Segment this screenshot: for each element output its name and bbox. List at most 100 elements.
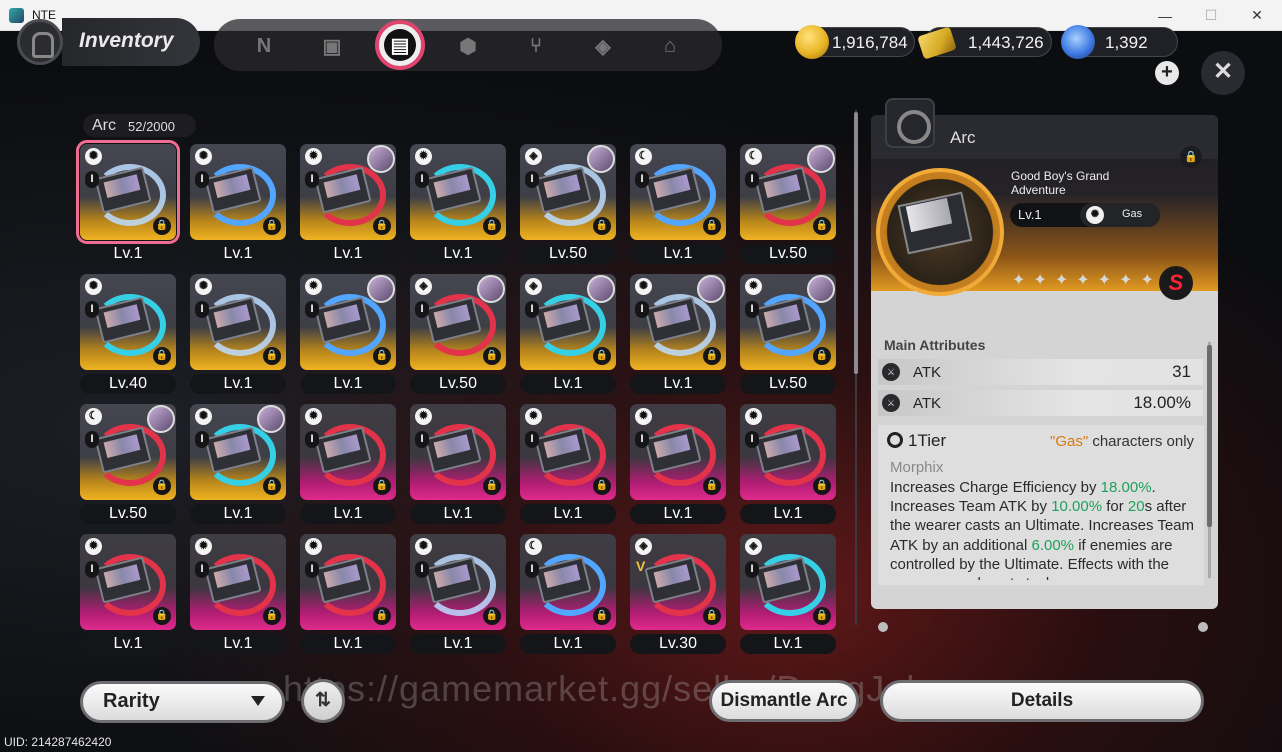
details-button[interactable]: Details xyxy=(880,680,1204,722)
arc-card[interactable]: ✹ I 🔒 Lv.50 xyxy=(740,274,836,394)
arc-card[interactable]: ✺ I 🔒 Lv.1 xyxy=(76,140,180,264)
tier-badge: V xyxy=(636,558,646,574)
close-inventory-button[interactable]: ✕ xyxy=(1201,51,1245,95)
attribute-value: 18.00% xyxy=(1133,393,1191,412)
arc-card[interactable]: ◈ I 🔒 Lv.1 xyxy=(740,534,836,654)
sort-order-button[interactable]: ⇅ xyxy=(301,679,345,723)
arc-card-tile: ✺ I 🔒 xyxy=(630,274,726,370)
arc-level-label: Lv.40 xyxy=(80,374,176,394)
tier-badge: I xyxy=(305,431,319,448)
grid-scrollbar-thumb[interactable] xyxy=(854,112,858,374)
detail-category-title: Arc xyxy=(950,128,976,147)
attribute-name: ATK xyxy=(913,364,942,381)
tab-arc[interactable]: ▤ xyxy=(375,20,425,70)
arc-card[interactable]: ◈ I 🔒 Lv.1 xyxy=(520,274,616,394)
tab-home[interactable]: ⌂ xyxy=(654,30,686,62)
lock-icon: 🔒 xyxy=(153,477,171,495)
arc-card[interactable]: ✺ I 🔒 Lv.40 xyxy=(80,274,176,394)
gold-amount: 1,916,784 xyxy=(832,33,908,52)
arc-card[interactable]: ☾ I 🔒 Lv.50 xyxy=(80,404,176,524)
arc-level-label: Lv.1 xyxy=(410,244,506,264)
character-tab-icon: N xyxy=(256,34,272,57)
arc-card-tile: ☾ I 🔒 xyxy=(80,404,176,500)
page-title: Inventory xyxy=(79,29,174,52)
arc-artwork xyxy=(876,168,1004,296)
tier-badge: I xyxy=(525,561,539,578)
arc-card[interactable]: ✺ I 🔒 Lv.1 xyxy=(190,144,286,264)
lock-icon: 🔒 xyxy=(373,607,391,625)
arc-card[interactable]: ✺ I 🔒 Lv.1 xyxy=(190,274,286,394)
lock-icon: 🔒 xyxy=(593,477,611,495)
player-uid: UID: 214287462420 xyxy=(4,735,112,749)
equipped-character-avatar xyxy=(587,145,615,173)
arc-card-tile: ✹ I 🔒 xyxy=(410,144,506,240)
gear-element-icon: ✹ xyxy=(415,408,432,425)
dismantle-arc-button[interactable]: Dismantle Arc xyxy=(709,680,859,722)
arc-card[interactable]: ✹ I 🔒 Lv.1 xyxy=(520,404,616,524)
arc-level-label: Lv.1 xyxy=(410,634,506,654)
lock-icon: 🔒 xyxy=(703,477,721,495)
arc-card[interactable]: ✺ I 🔒 Lv.1 xyxy=(190,404,286,524)
tier-badge: I xyxy=(195,561,209,578)
swirl-element-icon: ✺ xyxy=(635,278,652,295)
tier-badge: I xyxy=(635,301,649,318)
arc-count-label: Arc 52/2000 xyxy=(83,114,196,137)
gem-tab-icon: ◈ xyxy=(595,35,611,58)
arc-card-tile: ◈ I 🔒 xyxy=(410,274,506,370)
cube-tab-icon: ⬢ xyxy=(459,35,477,58)
tier-restriction: "Gas" characters only xyxy=(1050,433,1194,450)
moon-element-icon: ☾ xyxy=(635,148,652,165)
arc-card[interactable]: ✹ I 🔒 Lv.1 xyxy=(80,534,176,654)
arc-card-tile: ☾ I 🔒 xyxy=(630,144,726,240)
arc-level-label: Lv.1 xyxy=(190,504,286,524)
arc-card[interactable]: ✹ I 🔒 Lv.1 xyxy=(630,404,726,524)
arc-card-tile: ✹ I 🔒 xyxy=(190,534,286,630)
arc-card[interactable]: ✹ I 🔒 Lv.1 xyxy=(190,534,286,654)
arc-card[interactable]: ☾ I 🔒 Lv.50 xyxy=(740,144,836,264)
tab-food[interactable]: ⑂ xyxy=(520,30,552,62)
arc-card[interactable]: ◈ I 🔒 Lv.50 xyxy=(410,274,506,394)
add-currency-button[interactable]: + xyxy=(1155,61,1179,85)
tab-materials[interactable]: ⬢ xyxy=(452,30,484,62)
arc-level-label: Lv.1 xyxy=(520,504,616,524)
arc-card[interactable]: ✺ I 🔒 Lv.1 xyxy=(630,274,726,394)
cube-element-icon: ◈ xyxy=(525,278,542,295)
arc-card[interactable]: ✹ I 🔒 Lv.1 xyxy=(740,404,836,524)
tier-label: 1Tier xyxy=(908,431,947,450)
arc-card-tile: ◈ I 🔒 xyxy=(740,534,836,630)
arc-card[interactable]: ✹ I 🔒 Lv.1 xyxy=(300,144,396,264)
gear-element-icon: ✹ xyxy=(415,148,432,165)
arc-card[interactable]: ☾ I 🔒 Lv.1 xyxy=(520,534,616,654)
arc-card[interactable]: ✹ I 🔒 Lv.1 xyxy=(300,404,396,524)
tab-characters[interactable]: N xyxy=(248,30,280,62)
arc-card-tile: ✹ I 🔒 xyxy=(300,404,396,500)
rarity-dropdown-label: Rarity xyxy=(103,690,160,712)
description-scrollbar-thumb[interactable] xyxy=(1207,345,1212,527)
tier-badge: I xyxy=(635,431,649,448)
maximize-button[interactable]: ☐ xyxy=(1188,0,1234,31)
arc-card[interactable]: ✹ I 🔒 Lv.1 xyxy=(300,274,396,394)
arc-card[interactable]: ◈ V 🔒 Lv.30 xyxy=(630,534,726,654)
equipped-character-avatar xyxy=(807,145,835,173)
window-close-button[interactable]: ✕ xyxy=(1234,0,1280,31)
tab-items[interactable]: ◈ xyxy=(587,30,619,62)
lock-icon: 🔒 xyxy=(373,347,391,365)
arc-card[interactable]: ☾ I 🔒 Lv.1 xyxy=(630,144,726,264)
lock-icon: 🔒 xyxy=(483,607,501,625)
arc-card[interactable]: ✹ I 🔒 Lv.1 xyxy=(410,144,506,264)
lock-toggle-icon[interactable]: 🔒 xyxy=(1180,146,1202,168)
cube-element-icon: ◈ xyxy=(415,278,432,295)
tier-badge: I xyxy=(745,561,759,578)
arc-card-tile: ✺ I 🔒 xyxy=(190,144,286,240)
arc-card[interactable]: ✹ I 🔒 Lv.1 xyxy=(410,404,506,524)
lock-icon: 🔒 xyxy=(153,607,171,625)
swirl-element-icon: ✺ xyxy=(85,148,102,165)
lock-icon: 🔒 xyxy=(703,347,721,365)
tab-devices[interactable]: ▣ xyxy=(316,30,348,62)
arc-card[interactable]: ✺ I 🔒 Lv.1 xyxy=(410,534,506,654)
arc-card[interactable]: ✹ I 🔒 Lv.1 xyxy=(300,534,396,654)
arc-card[interactable]: ◈ I 🔒 Lv.50 xyxy=(520,144,616,264)
swirl-element-icon: ✺ xyxy=(415,538,432,555)
cube-element-icon: ◈ xyxy=(635,538,652,555)
currency-ticket: 1,443,726 xyxy=(917,26,1052,60)
